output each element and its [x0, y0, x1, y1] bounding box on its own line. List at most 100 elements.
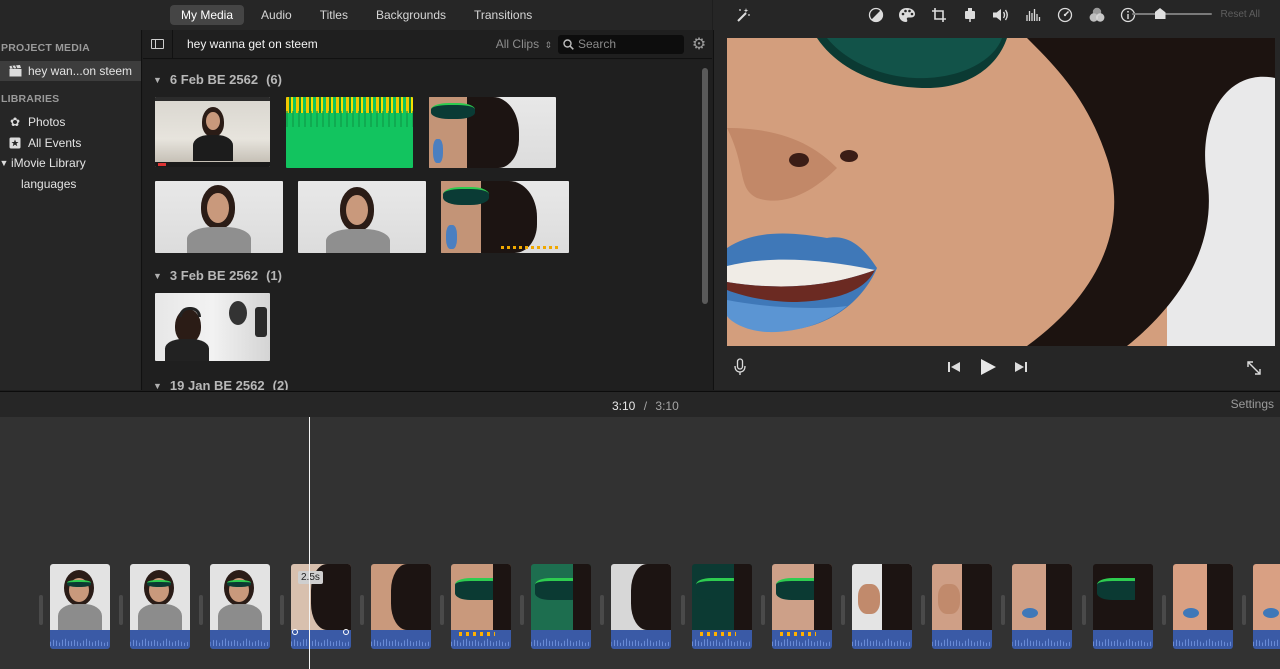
reset-all-button[interactable]: Reset All [1221, 9, 1260, 20]
noise-reduction-icon[interactable] [1024, 6, 1042, 24]
transition-gap[interactable] [119, 595, 124, 625]
toggle-sidebar-button[interactable] [143, 29, 173, 59]
clip-audio-waveform[interactable] [1092, 630, 1153, 649]
sidebar-item-photos[interactable]: ✿ Photos [8, 112, 65, 132]
timeline-clip[interactable] [531, 564, 592, 649]
record-voiceover-icon[interactable] [733, 358, 747, 376]
skip-forward-icon[interactable] [1013, 360, 1029, 374]
playhead[interactable] [309, 417, 310, 669]
clip-trim-handle-right[interactable] [343, 629, 349, 635]
color-balance-icon[interactable] [867, 6, 885, 24]
timeline-clip[interactable] [691, 564, 752, 649]
disclosure-triangle-icon[interactable]: ▼ [153, 271, 162, 281]
transition-gap[interactable] [600, 595, 605, 625]
transition-gap[interactable] [279, 595, 284, 625]
timeline-settings-button[interactable]: Settings [1231, 397, 1274, 411]
media-thumbnail[interactable] [155, 97, 270, 167]
disclosure-triangle-icon[interactable]: ▼ [153, 75, 162, 85]
clip-audio-waveform[interactable] [1012, 630, 1073, 649]
sidebar-item-imovie-library[interactable]: ▼ iMovie Library [0, 153, 86, 173]
disclosure-triangle-icon[interactable]: ▼ [0, 158, 8, 168]
fullscreen-icon[interactable] [1245, 359, 1263, 377]
transition-gap[interactable] [1242, 595, 1246, 625]
transition-gap[interactable] [520, 595, 525, 625]
media-thumbnail[interactable] [441, 181, 569, 253]
tab-backgrounds[interactable]: Backgrounds [365, 5, 457, 25]
clip-audio-waveform[interactable] [290, 630, 351, 649]
timeline-clip[interactable] [852, 564, 912, 649]
clip-audio-waveform[interactable] [50, 630, 110, 649]
timeline-clip[interactable] [1012, 564, 1073, 649]
event-heading-jan19[interactable]: ▼ 19 Jan BE 2562 (2) [153, 378, 289, 390]
timeline-clip[interactable] [370, 564, 431, 649]
clip-audio-waveform[interactable] [370, 630, 431, 649]
sidebar-item-all-events[interactable]: All Events [8, 133, 81, 153]
clip-audio-waveform[interactable] [130, 630, 191, 649]
search-field[interactable] [558, 34, 684, 54]
clip-audio-waveform[interactable] [611, 630, 672, 649]
clip-trim-handle-left[interactable] [292, 629, 298, 635]
clip-audio-waveform[interactable] [771, 630, 832, 649]
play-icon[interactable] [978, 357, 998, 377]
event-heading-feb6[interactable]: ▼ 6 Feb BE 2562 (6) [153, 72, 282, 87]
transition-gap[interactable] [39, 595, 43, 625]
media-thumbnail[interactable] [155, 293, 270, 361]
gear-icon[interactable]: ⚙ [686, 34, 712, 54]
clip-audio-waveform[interactable] [210, 630, 271, 649]
transition-gap[interactable] [760, 595, 765, 625]
timeline-clip[interactable] [50, 564, 110, 649]
timeline-clip[interactable] [771, 564, 832, 649]
timeline-clip[interactable] [611, 564, 672, 649]
media-thumbnail[interactable] [298, 181, 426, 253]
browser-scrollbar[interactable] [702, 68, 708, 304]
clip-audio-waveform[interactable] [451, 630, 511, 649]
transition-gap[interactable] [1161, 595, 1166, 625]
timeline-clip[interactable] [1172, 564, 1233, 649]
media-thumbnail[interactable] [286, 97, 413, 168]
crop-icon[interactable] [930, 6, 948, 24]
media-thumbnail[interactable] [155, 181, 283, 253]
stabilization-icon[interactable] [961, 6, 979, 24]
transition-gap[interactable] [199, 595, 204, 625]
transition-gap[interactable] [680, 595, 685, 625]
zoom-slider-track[interactable] [1132, 13, 1212, 15]
clip-audio-waveform[interactable] [691, 630, 752, 649]
tab-audio[interactable]: Audio [250, 5, 303, 25]
tab-transitions[interactable]: Transitions [463, 5, 543, 25]
disclosure-triangle-icon[interactable]: ▼ [153, 381, 162, 391]
clip-audio-waveform[interactable] [1172, 630, 1233, 649]
timeline-clip[interactable] [451, 564, 511, 649]
transition-gap[interactable] [1001, 595, 1006, 625]
clip-audio-waveform[interactable] [1253, 630, 1280, 649]
transition-gap[interactable] [359, 595, 364, 625]
clip-filter-icon[interactable] [1088, 6, 1106, 24]
timeline-clip[interactable] [1253, 564, 1280, 649]
tab-my-media[interactable]: My Media [170, 5, 245, 25]
color-correction-icon[interactable] [898, 6, 916, 24]
speed-icon[interactable] [1056, 6, 1074, 24]
tab-titles[interactable]: Titles [309, 5, 359, 25]
clip-audio-waveform[interactable] [852, 630, 912, 649]
timeline-clip[interactable] [932, 564, 993, 649]
magic-wand-icon[interactable] [734, 6, 752, 24]
transition-gap[interactable] [841, 595, 845, 625]
sidebar-item-languages[interactable]: languages [21, 174, 76, 194]
clip-filter-popup[interactable]: All Clips ⇕ [496, 37, 552, 51]
sidebar-item-project[interactable]: hey wan...on steem [0, 61, 141, 81]
timeline-clip[interactable] [130, 564, 191, 649]
media-thumbnail[interactable] [429, 97, 556, 168]
info-icon[interactable] [1119, 6, 1137, 24]
timeline-clip[interactable] [210, 564, 271, 649]
event-heading-feb3[interactable]: ▼ 3 Feb BE 2562 (1) [153, 268, 282, 283]
transition-gap[interactable] [1081, 595, 1086, 625]
timeline[interactable] [0, 417, 1280, 669]
search-input[interactable] [578, 37, 678, 51]
clip-audio-waveform[interactable] [531, 630, 592, 649]
clip-audio-waveform[interactable] [932, 630, 993, 649]
clapperboard-icon [8, 65, 22, 77]
timeline-clip[interactable] [1092, 564, 1153, 649]
transition-gap[interactable] [921, 595, 926, 625]
skip-back-icon[interactable] [946, 360, 962, 374]
transition-gap[interactable] [440, 595, 444, 625]
volume-icon[interactable] [992, 6, 1010, 24]
